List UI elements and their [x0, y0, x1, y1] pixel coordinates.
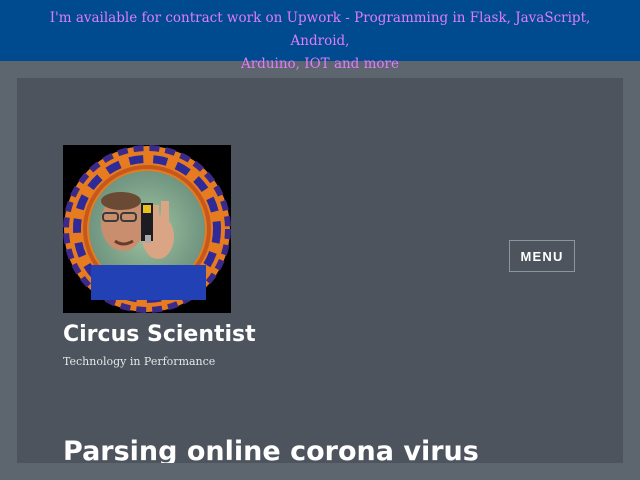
site-header-panel: MENU Circus Scientist Technology in Perf…: [17, 78, 623, 463]
banner-line-2[interactable]: Arduino, IOT and more: [20, 53, 620, 76]
post-title[interactable]: Parsing online corona virus: [63, 436, 479, 463]
banner-link[interactable]: I'm available for contract work on Upwor…: [50, 10, 591, 49]
site-title[interactable]: Circus Scientist: [63, 322, 256, 347]
contract-banner: I'm available for contract work on Upwor…: [0, 0, 640, 72]
site-tagline: Technology in Performance: [63, 355, 216, 368]
banner-line-1[interactable]: I'm available for contract work on Upwor…: [20, 7, 620, 53]
portrait-logo-icon[interactable]: [63, 145, 231, 313]
logo-svg: [63, 145, 231, 313]
banner-link-2[interactable]: Arduino, IOT and more: [241, 56, 399, 72]
menu-button[interactable]: MENU: [509, 240, 575, 272]
